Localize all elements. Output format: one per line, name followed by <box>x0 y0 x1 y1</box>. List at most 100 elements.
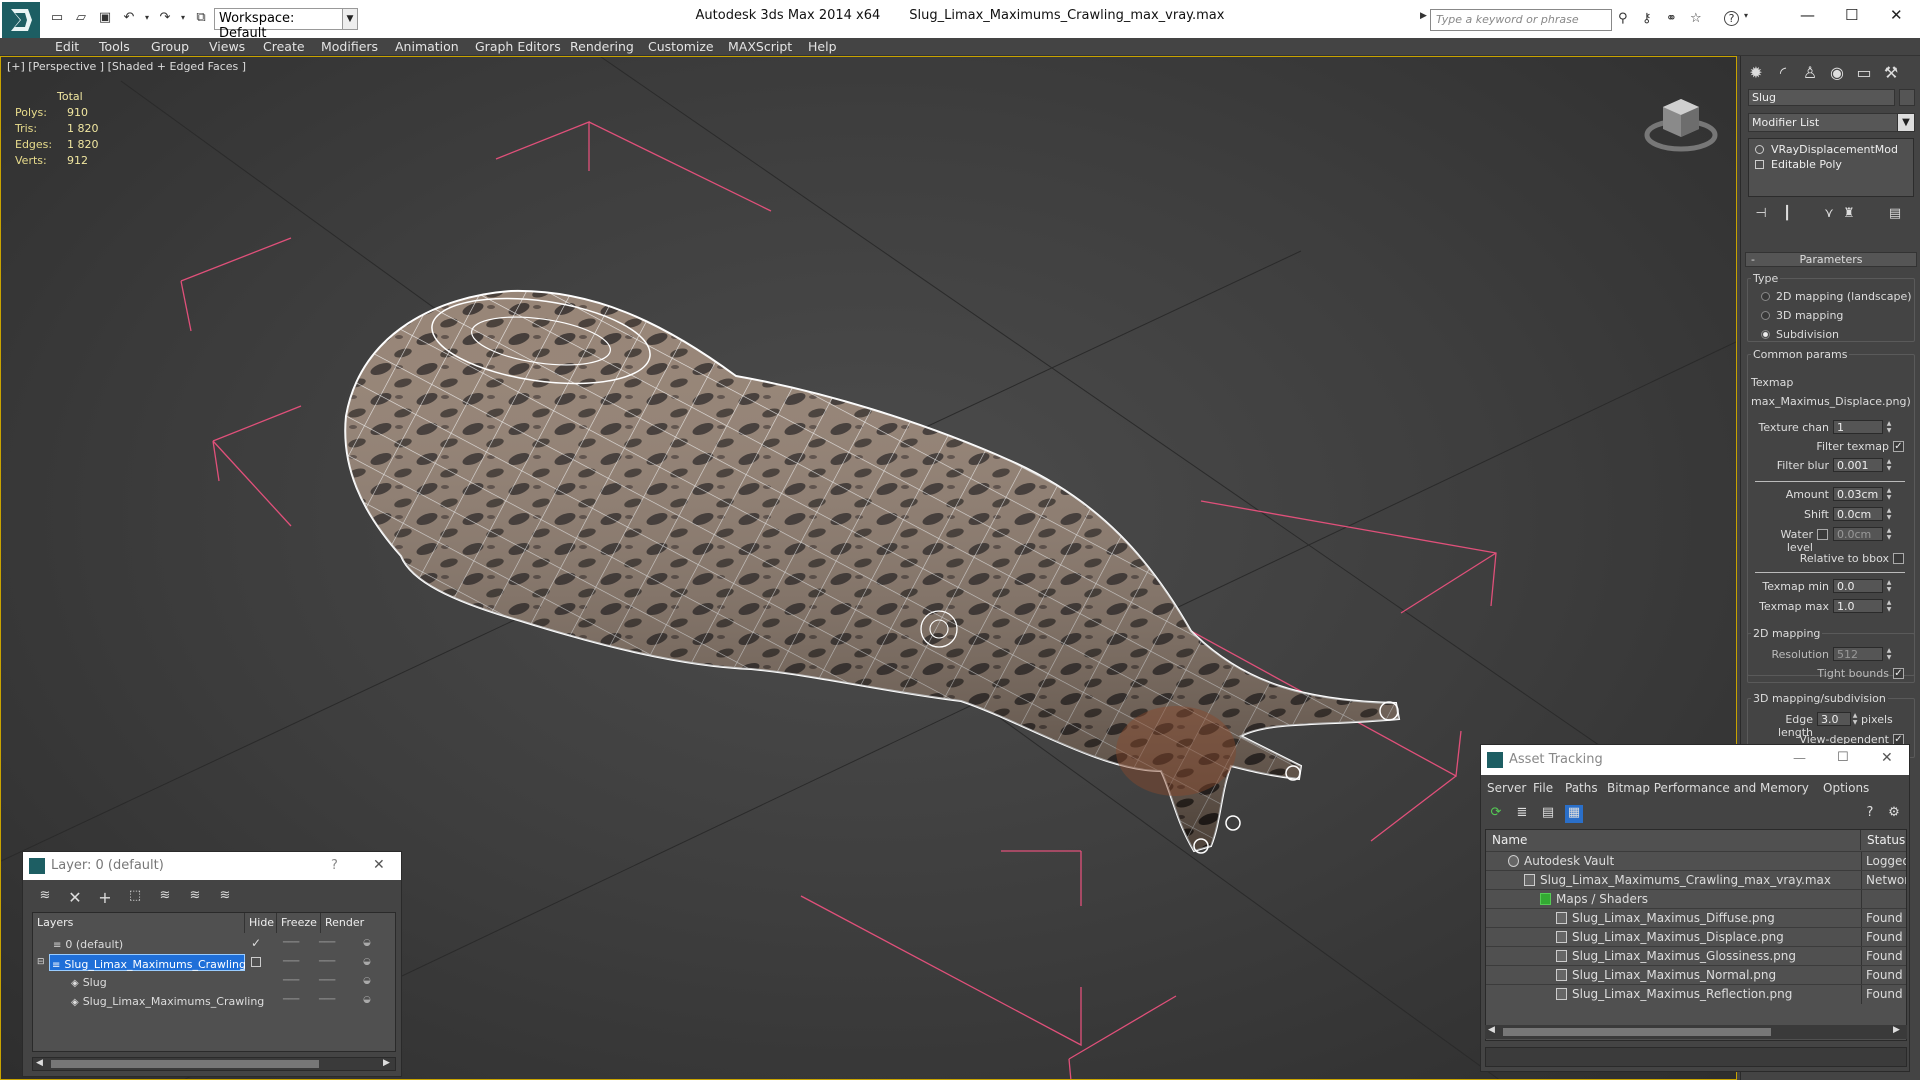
layer-window-titlebar[interactable]: Layer: 0 (default) ? ✕ <box>23 852 401 880</box>
layer-close-icon[interactable]: ✕ <box>373 857 385 873</box>
filter-blur-spinner[interactable]: 0.001 <box>1833 458 1883 472</box>
asset-row-maps-shaders[interactable]: Maps / Shaders <box>1486 889 1906 909</box>
scroll-right-icon[interactable]: ▶ <box>1893 1025 1900 1035</box>
scroll-left-icon[interactable]: ◀ <box>1488 1025 1495 1035</box>
menu-graph-editors[interactable]: Graph Editors <box>475 39 561 54</box>
open-file-icon[interactable]: ▱ <box>74 11 88 24</box>
render-teapot-icon[interactable]: ◒ <box>363 972 371 991</box>
column-header-status[interactable]: Status <box>1861 830 1906 850</box>
app-logo-button[interactable] <box>2 2 40 38</box>
close-icon[interactable]: ✕ <box>1890 6 1903 24</box>
utilities-tab-icon[interactable]: ⚒ <box>1880 62 1902 84</box>
current-layer-check-icon[interactable]: ✓ <box>251 934 261 953</box>
spinner-arrows-icon[interactable]: ▲ ▼ <box>1885 507 1893 521</box>
favorites-star-icon[interactable]: ☆ <box>1690 11 1702 26</box>
texture-chan-spinner[interactable]: 1 <box>1833 420 1883 434</box>
hide-toggle[interactable]: ─── <box>283 934 299 953</box>
menu-tools[interactable]: Tools <box>99 39 130 54</box>
viewcube[interactable] <box>1641 85 1721 158</box>
scroll-thumb[interactable] <box>1503 1028 1771 1036</box>
asset-window-titlebar[interactable]: Asset Tracking — ☐ ✕ <box>1481 745 1909 775</box>
layer-horizontal-scrollbar[interactable]: ◀ ▶ <box>32 1057 396 1071</box>
hide-toggle[interactable]: ─── <box>283 972 299 991</box>
workspace-dropdown[interactable]: Workspace: Default <box>214 8 344 41</box>
remove-modifier-icon[interactable]: ♜ <box>1841 206 1857 222</box>
column-header-hide[interactable]: Hide <box>245 913 277 933</box>
modifier-list-arrow-icon[interactable]: ▼ <box>1897 113 1915 132</box>
search-expand-icon[interactable]: ▶ <box>1420 11 1427 21</box>
radio-2d-mapping[interactable]: 2D mapping (landscape) <box>1761 290 1912 303</box>
layer-row-default[interactable]: ≡ 0 (default) ✓ ─── ─── ◒ <box>33 934 395 953</box>
filter-texmap-checkbox[interactable]: ✓ <box>1893 441 1904 452</box>
hide-all-icon[interactable]: ≋ <box>187 888 203 904</box>
undo-icon[interactable]: ↶ <box>122 11 136 24</box>
display-tab-icon[interactable]: ▭ <box>1853 62 1875 84</box>
select-objects-icon[interactable]: ⬚ <box>127 888 143 904</box>
freeze-toggle[interactable]: ─── <box>319 953 335 972</box>
render-teapot-icon[interactable]: ◒ <box>363 953 371 972</box>
redo-dropdown-icon[interactable]: ▾ <box>176 11 190 24</box>
save-file-icon[interactable]: ▣ <box>98 11 112 24</box>
menu-animation[interactable]: Animation <box>395 39 459 54</box>
relative-bbox-checkbox[interactable] <box>1893 553 1904 564</box>
hide-toggle[interactable]: ─── <box>283 953 299 972</box>
communication-icon[interactable]: ⚭ <box>1666 11 1677 26</box>
render-teapot-icon[interactable]: ◒ <box>363 934 371 953</box>
freeze-all-icon[interactable]: ≋ <box>217 888 233 904</box>
modifier-list-dropdown[interactable]: Modifier List <box>1748 113 1908 132</box>
asset-minimize-icon[interactable]: — <box>1793 751 1806 766</box>
amount-spinner[interactable]: 0.03cm <box>1833 487 1883 501</box>
collapse-icon[interactable]: - <box>1751 253 1755 266</box>
spinner-arrows-icon[interactable]: ▲ ▼ <box>1885 647 1893 661</box>
search-input[interactable]: Type a keyword or phrase <box>1430 9 1612 31</box>
menu-rendering[interactable]: Rendering <box>570 39 634 54</box>
lightbulb-icon[interactable] <box>1755 145 1764 154</box>
texmap-button[interactable]: max_Maximus_Displace.png) <box>1751 395 1913 411</box>
configure-sets-icon[interactable]: ▤ <box>1887 206 1903 222</box>
spinner-arrows-icon[interactable]: ▲ ▼ <box>1885 527 1893 541</box>
hide-toggle[interactable]: ─── <box>283 991 299 1010</box>
column-header-layers[interactable]: Layers <box>33 913 245 933</box>
freeze-toggle[interactable]: ─── <box>319 991 335 1010</box>
asset-menu-server[interactable]: Server <box>1487 781 1526 795</box>
show-end-result-icon[interactable]: ┃ <box>1779 206 1795 222</box>
freeze-toggle[interactable]: ─── <box>319 972 335 991</box>
asset-menu-options[interactable]: Options <box>1823 781 1869 795</box>
menu-create[interactable]: Create <box>263 39 305 54</box>
object-color-swatch[interactable] <box>1899 89 1915 106</box>
undo-dropdown-icon[interactable]: ▾ <box>140 11 154 24</box>
spinner-arrows-icon[interactable]: ▲ ▼ <box>1885 420 1893 434</box>
make-unique-icon[interactable]: ⋎ <box>1821 206 1837 222</box>
texmap-min-spinner[interactable]: 0.0 <box>1833 579 1883 593</box>
delete-layer-icon[interactable]: ✕ <box>67 888 83 907</box>
slug-model[interactable] <box>344 286 1401 854</box>
new-file-icon[interactable]: ▭ <box>50 11 64 24</box>
asset-menu-bitmap-performance[interactable]: Bitmap Performance and Memory <box>1607 781 1809 795</box>
resolution-spinner[interactable]: 512 <box>1833 647 1883 661</box>
asset-horizontal-scrollbar[interactable]: ◀ ▶ <box>1485 1025 1907 1039</box>
asset-row-displace[interactable]: Slug_Limax_Maximus_Displace.png Found <box>1486 927 1906 947</box>
edge-length-spinner[interactable]: 3.0 <box>1817 712 1851 726</box>
menu-group[interactable]: Group <box>151 39 189 54</box>
asset-menu-paths[interactable]: Paths <box>1565 781 1598 795</box>
refresh-icon[interactable]: ⟳ <box>1487 805 1505 823</box>
project-folder-icon[interactable]: ⧉ <box>194 11 208 24</box>
asset-close-icon[interactable]: ✕ <box>1881 750 1893 766</box>
scroll-left-icon[interactable]: ◀ <box>36 1058 43 1068</box>
radio-3d-mapping[interactable]: 3D mapping <box>1761 309 1843 322</box>
parameters-rollout-header[interactable]: - Parameters <box>1745 252 1917 267</box>
render-teapot-icon[interactable]: ◒ <box>363 991 371 1010</box>
asset-row-vault[interactable]: Autodesk VaultLogged ( <box>1486 851 1906 871</box>
collapse-minus-icon[interactable]: ⊟ <box>37 953 45 972</box>
layer-row-slug-crawling-object[interactable]: ◈ Slug_Limax_Maximums_Crawling ─── ─── ◒ <box>33 991 395 1010</box>
asset-maximize-icon[interactable]: ☐ <box>1837 750 1849 765</box>
spinner-arrows-icon[interactable]: ▲ ▼ <box>1885 487 1893 501</box>
asset-settings-icon[interactable]: ⚙ <box>1885 805 1903 823</box>
binoculars-icon[interactable]: ⚲ <box>1618 11 1628 26</box>
menu-edit[interactable]: Edit <box>55 39 79 54</box>
asset-menu-file[interactable]: File <box>1533 781 1553 795</box>
motion-tab-icon[interactable]: ◉ <box>1826 62 1848 84</box>
hierarchy-tab-icon[interactable]: ♙ <box>1799 62 1821 84</box>
set-current-box[interactable] <box>251 957 261 967</box>
layer-row-slug[interactable]: ◈ Slug ─── ─── ◒ <box>33 972 395 991</box>
